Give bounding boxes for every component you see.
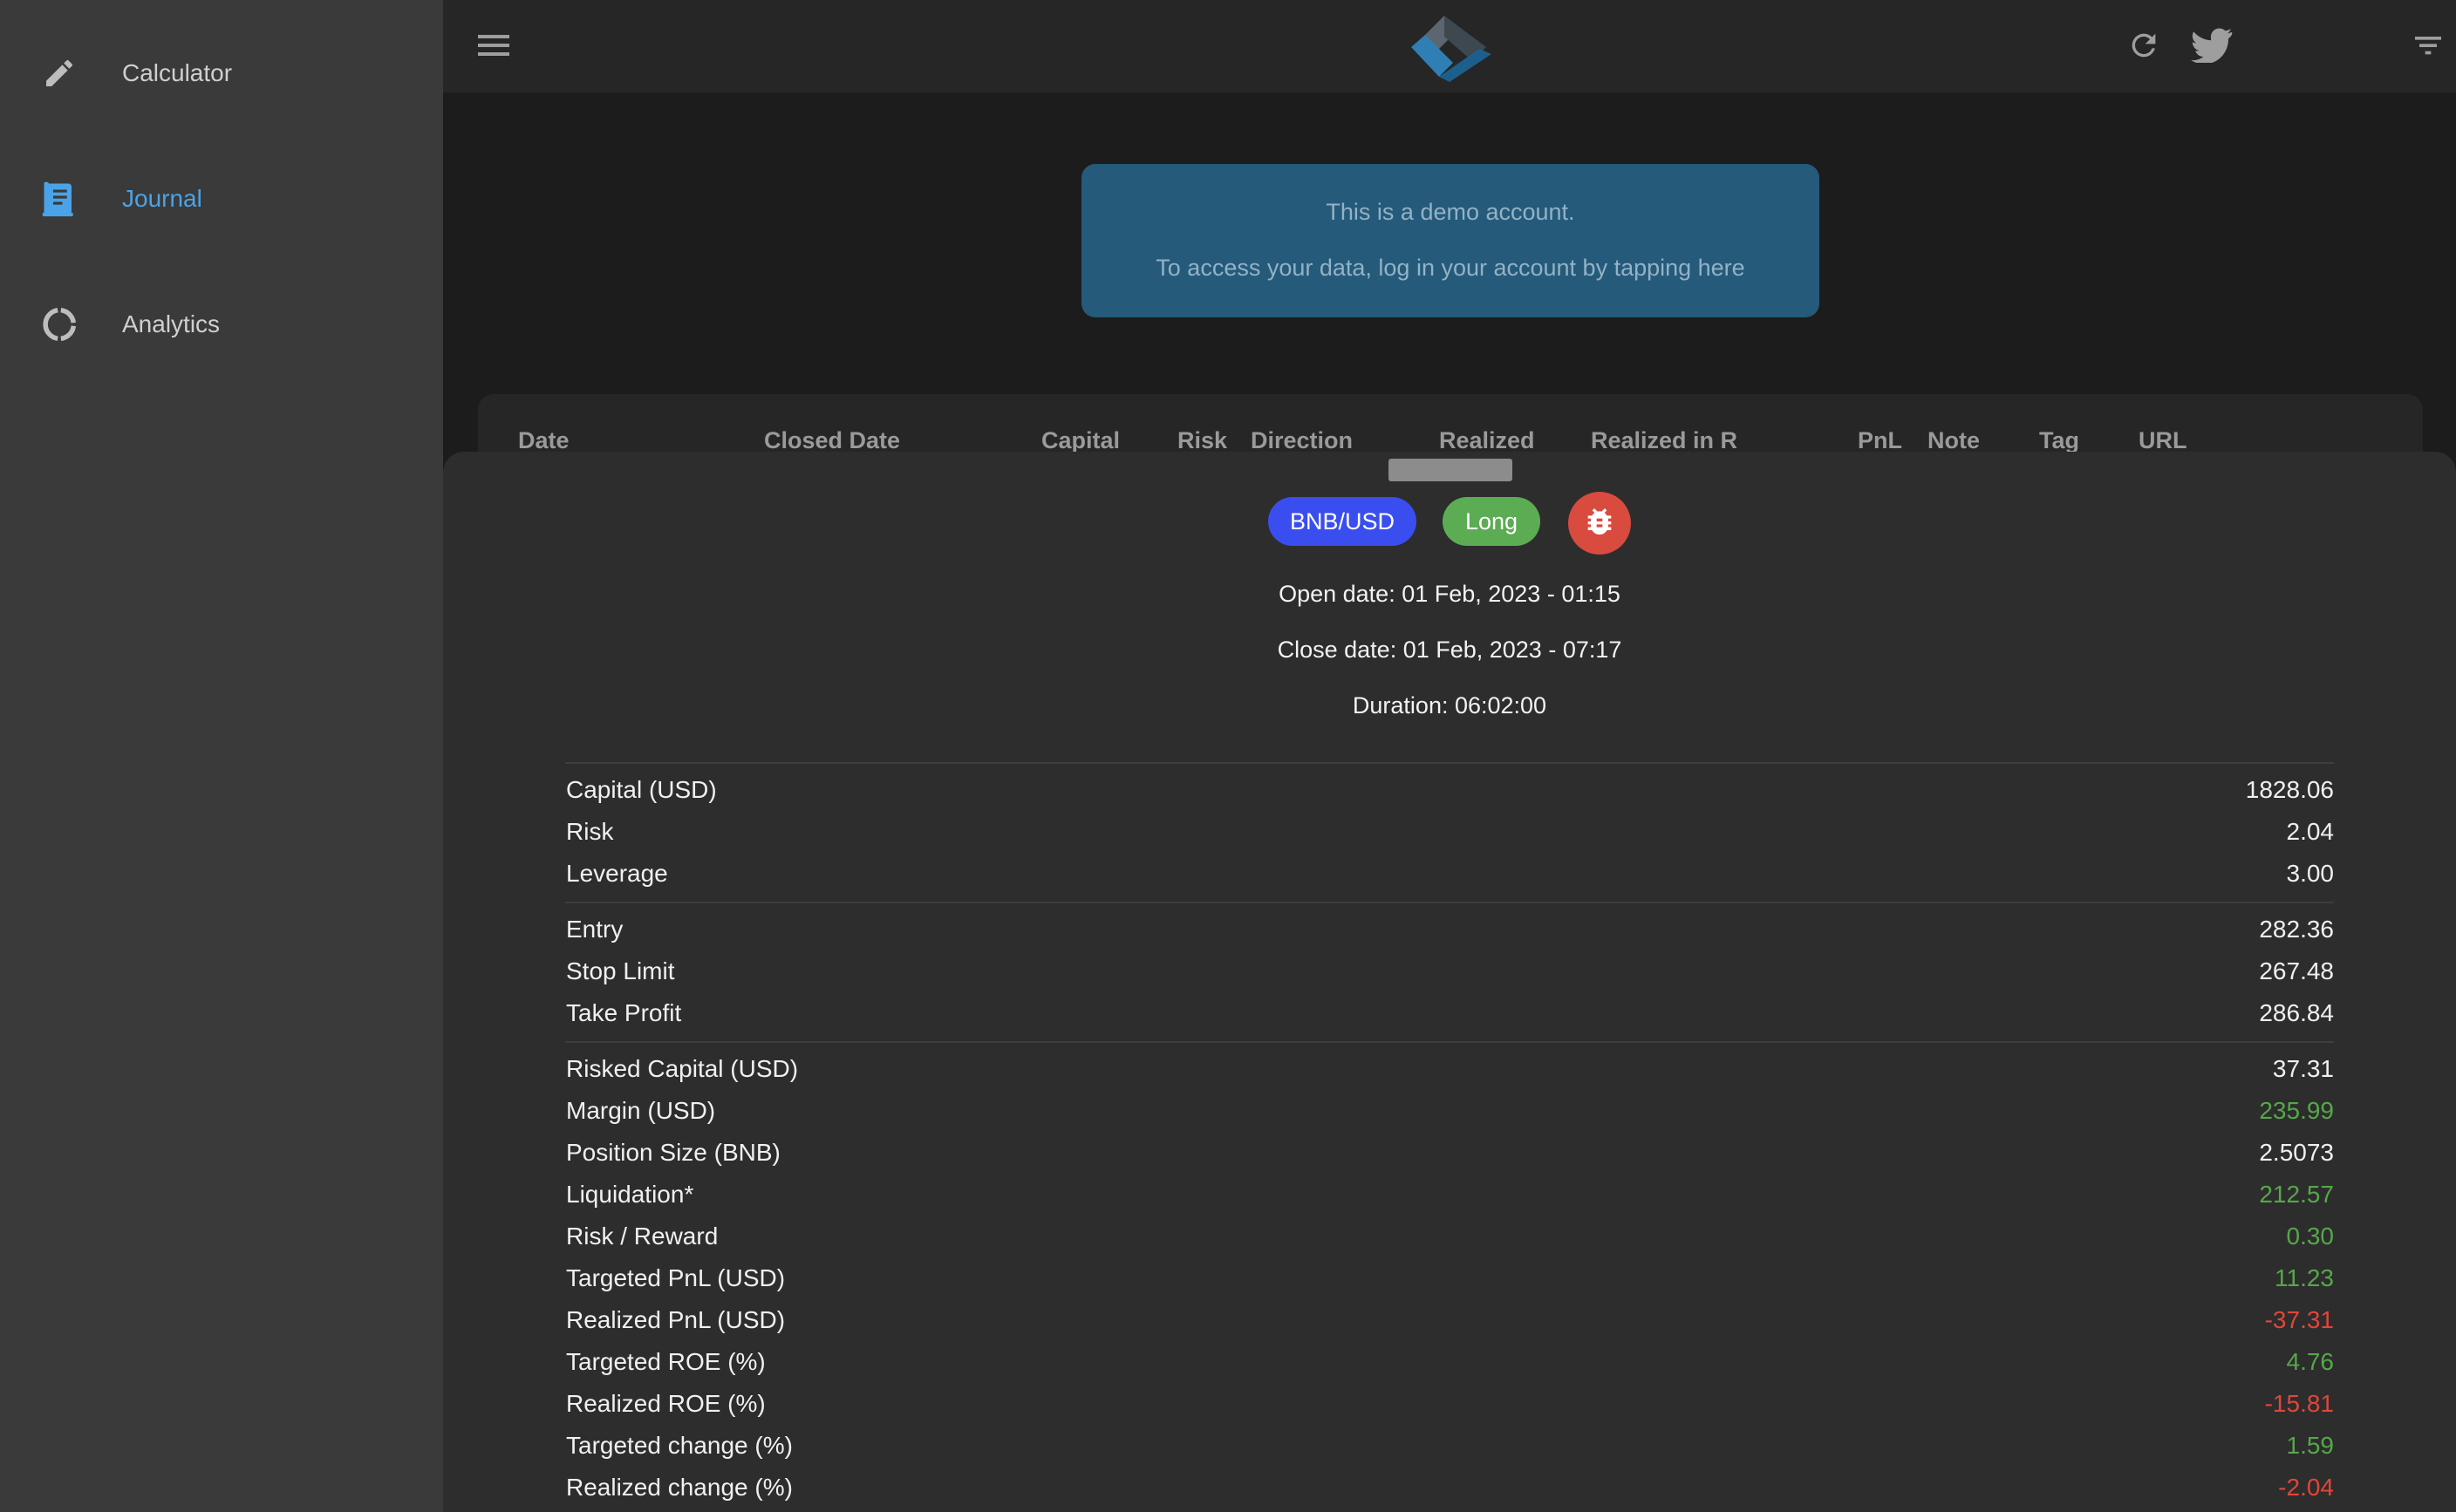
divider <box>565 1041 2334 1043</box>
column-header-date[interactable]: Date <box>518 427 570 454</box>
metric-label: Realized ROE (%) <box>566 1390 766 1417</box>
metric-label: Risked Capital (USD) <box>566 1055 799 1082</box>
metric-value: 2.04 <box>2286 818 2335 845</box>
sidebar-item-calculator[interactable]: Calculator <box>0 21 443 126</box>
metric-value: 235.99 <box>2259 1097 2334 1124</box>
sidebar: Calculator Journal Analytics <box>0 0 443 1512</box>
metric-value: -15.81 <box>2264 1390 2334 1417</box>
metric-label: Stop Limit <box>566 957 675 984</box>
twitter-icon[interactable] <box>2191 24 2233 66</box>
metric-label: Entry <box>566 916 624 943</box>
top-app-bar <box>443 0 2456 92</box>
metric-value: -2.04 <box>2278 1474 2334 1501</box>
column-header-realized[interactable]: Realized <box>1439 427 1535 454</box>
metric-label: Realized PnL (USD) <box>566 1306 786 1333</box>
column-header-risk[interactable]: Risk <box>1177 427 1227 454</box>
pencil-icon <box>38 52 80 94</box>
column-header-closed-date[interactable]: Closed Date <box>764 427 900 454</box>
metric-value: 3.00 <box>2286 860 2335 887</box>
divider <box>565 902 2334 903</box>
metric-label: Leverage <box>566 860 668 887</box>
journal-icon <box>38 178 80 220</box>
column-header-url[interactable]: URL <box>2139 427 2187 454</box>
metric-value: 282.36 <box>2259 916 2334 943</box>
sidebar-item-analytics[interactable]: Analytics <box>0 272 443 377</box>
demo-banner-login-link: To access your data, log in your account… <box>1156 255 1745 281</box>
metric-value: 11.23 <box>2275 1264 2334 1291</box>
close-date: Close date: 01 Feb, 2023 - 07:17 <box>1277 637 1622 663</box>
pair-chip: BNB/USD <box>1268 497 1416 546</box>
sidebar-item-journal[interactable]: Journal <box>0 146 443 251</box>
metric-value: 1828.06 <box>2245 776 2334 803</box>
menu-icon[interactable] <box>474 28 513 63</box>
metric-value: 1.59 <box>2286 1432 2335 1459</box>
sidebar-item-label: Journal <box>122 185 202 212</box>
metric-label: Position Size (BNB) <box>566 1139 781 1166</box>
column-header-direction[interactable]: Direction <box>1251 427 1353 454</box>
metric-label: Targeted PnL (USD) <box>566 1264 786 1291</box>
metric-value: 4.76 <box>2286 1348 2335 1375</box>
column-header-tag[interactable]: Tag <box>2039 427 2079 454</box>
divider <box>565 762 2334 764</box>
sheet-drag-handle[interactable] <box>1388 459 1512 481</box>
metric-label: Risk <box>566 818 614 845</box>
direction-chip: Long <box>1443 497 1540 546</box>
column-header-pnl[interactable]: PnL <box>1858 427 1902 454</box>
metric-value: 286.84 <box>2259 999 2334 1026</box>
metric-label: Risk / Reward <box>566 1223 719 1250</box>
demo-banner-title: This is a demo account. <box>1326 199 1575 225</box>
donut-chart-icon <box>38 303 80 345</box>
metric-value: 212.57 <box>2259 1181 2334 1208</box>
refresh-icon[interactable] <box>2123 24 2165 66</box>
metric-label: Liquidation* <box>566 1181 694 1208</box>
sidebar-item-label: Calculator <box>122 59 233 86</box>
column-header-realized-in-r[interactable]: Realized in R <box>1591 427 1737 454</box>
bug-icon <box>1582 504 1617 543</box>
column-header-capital[interactable]: Capital <box>1041 427 1120 454</box>
metric-label: Targeted ROE (%) <box>566 1348 766 1375</box>
column-header-note[interactable]: Note <box>1927 427 1980 454</box>
metric-label: Take Profit <box>566 999 682 1026</box>
open-date: Open date: 01 Feb, 2023 - 01:15 <box>1279 581 1620 607</box>
metric-value: 2.5073 <box>2259 1139 2334 1166</box>
app-root: Calculator Journal Analytics This is a d… <box>0 0 2456 1512</box>
metric-label: Targeted change (%) <box>566 1432 793 1459</box>
report-bug-button[interactable] <box>1568 492 1631 555</box>
metric-label: Margin (USD) <box>566 1097 716 1124</box>
app-logo <box>1404 10 1498 84</box>
metric-value: -37.31 <box>2264 1306 2334 1333</box>
filter-icon[interactable] <box>2407 24 2449 66</box>
metric-label: Capital (USD) <box>566 776 717 803</box>
metric-value: 37.31 <box>2272 1055 2334 1082</box>
demo-account-banner[interactable]: This is a demo account. To access your d… <box>1081 164 1819 317</box>
metric-value: 267.48 <box>2259 957 2334 984</box>
metric-label: Realized change (%) <box>566 1474 793 1501</box>
metric-value: 0.30 <box>2286 1223 2335 1250</box>
sidebar-item-label: Analytics <box>122 310 221 337</box>
trade-duration: Duration: 06:02:00 <box>1352 692 1547 719</box>
